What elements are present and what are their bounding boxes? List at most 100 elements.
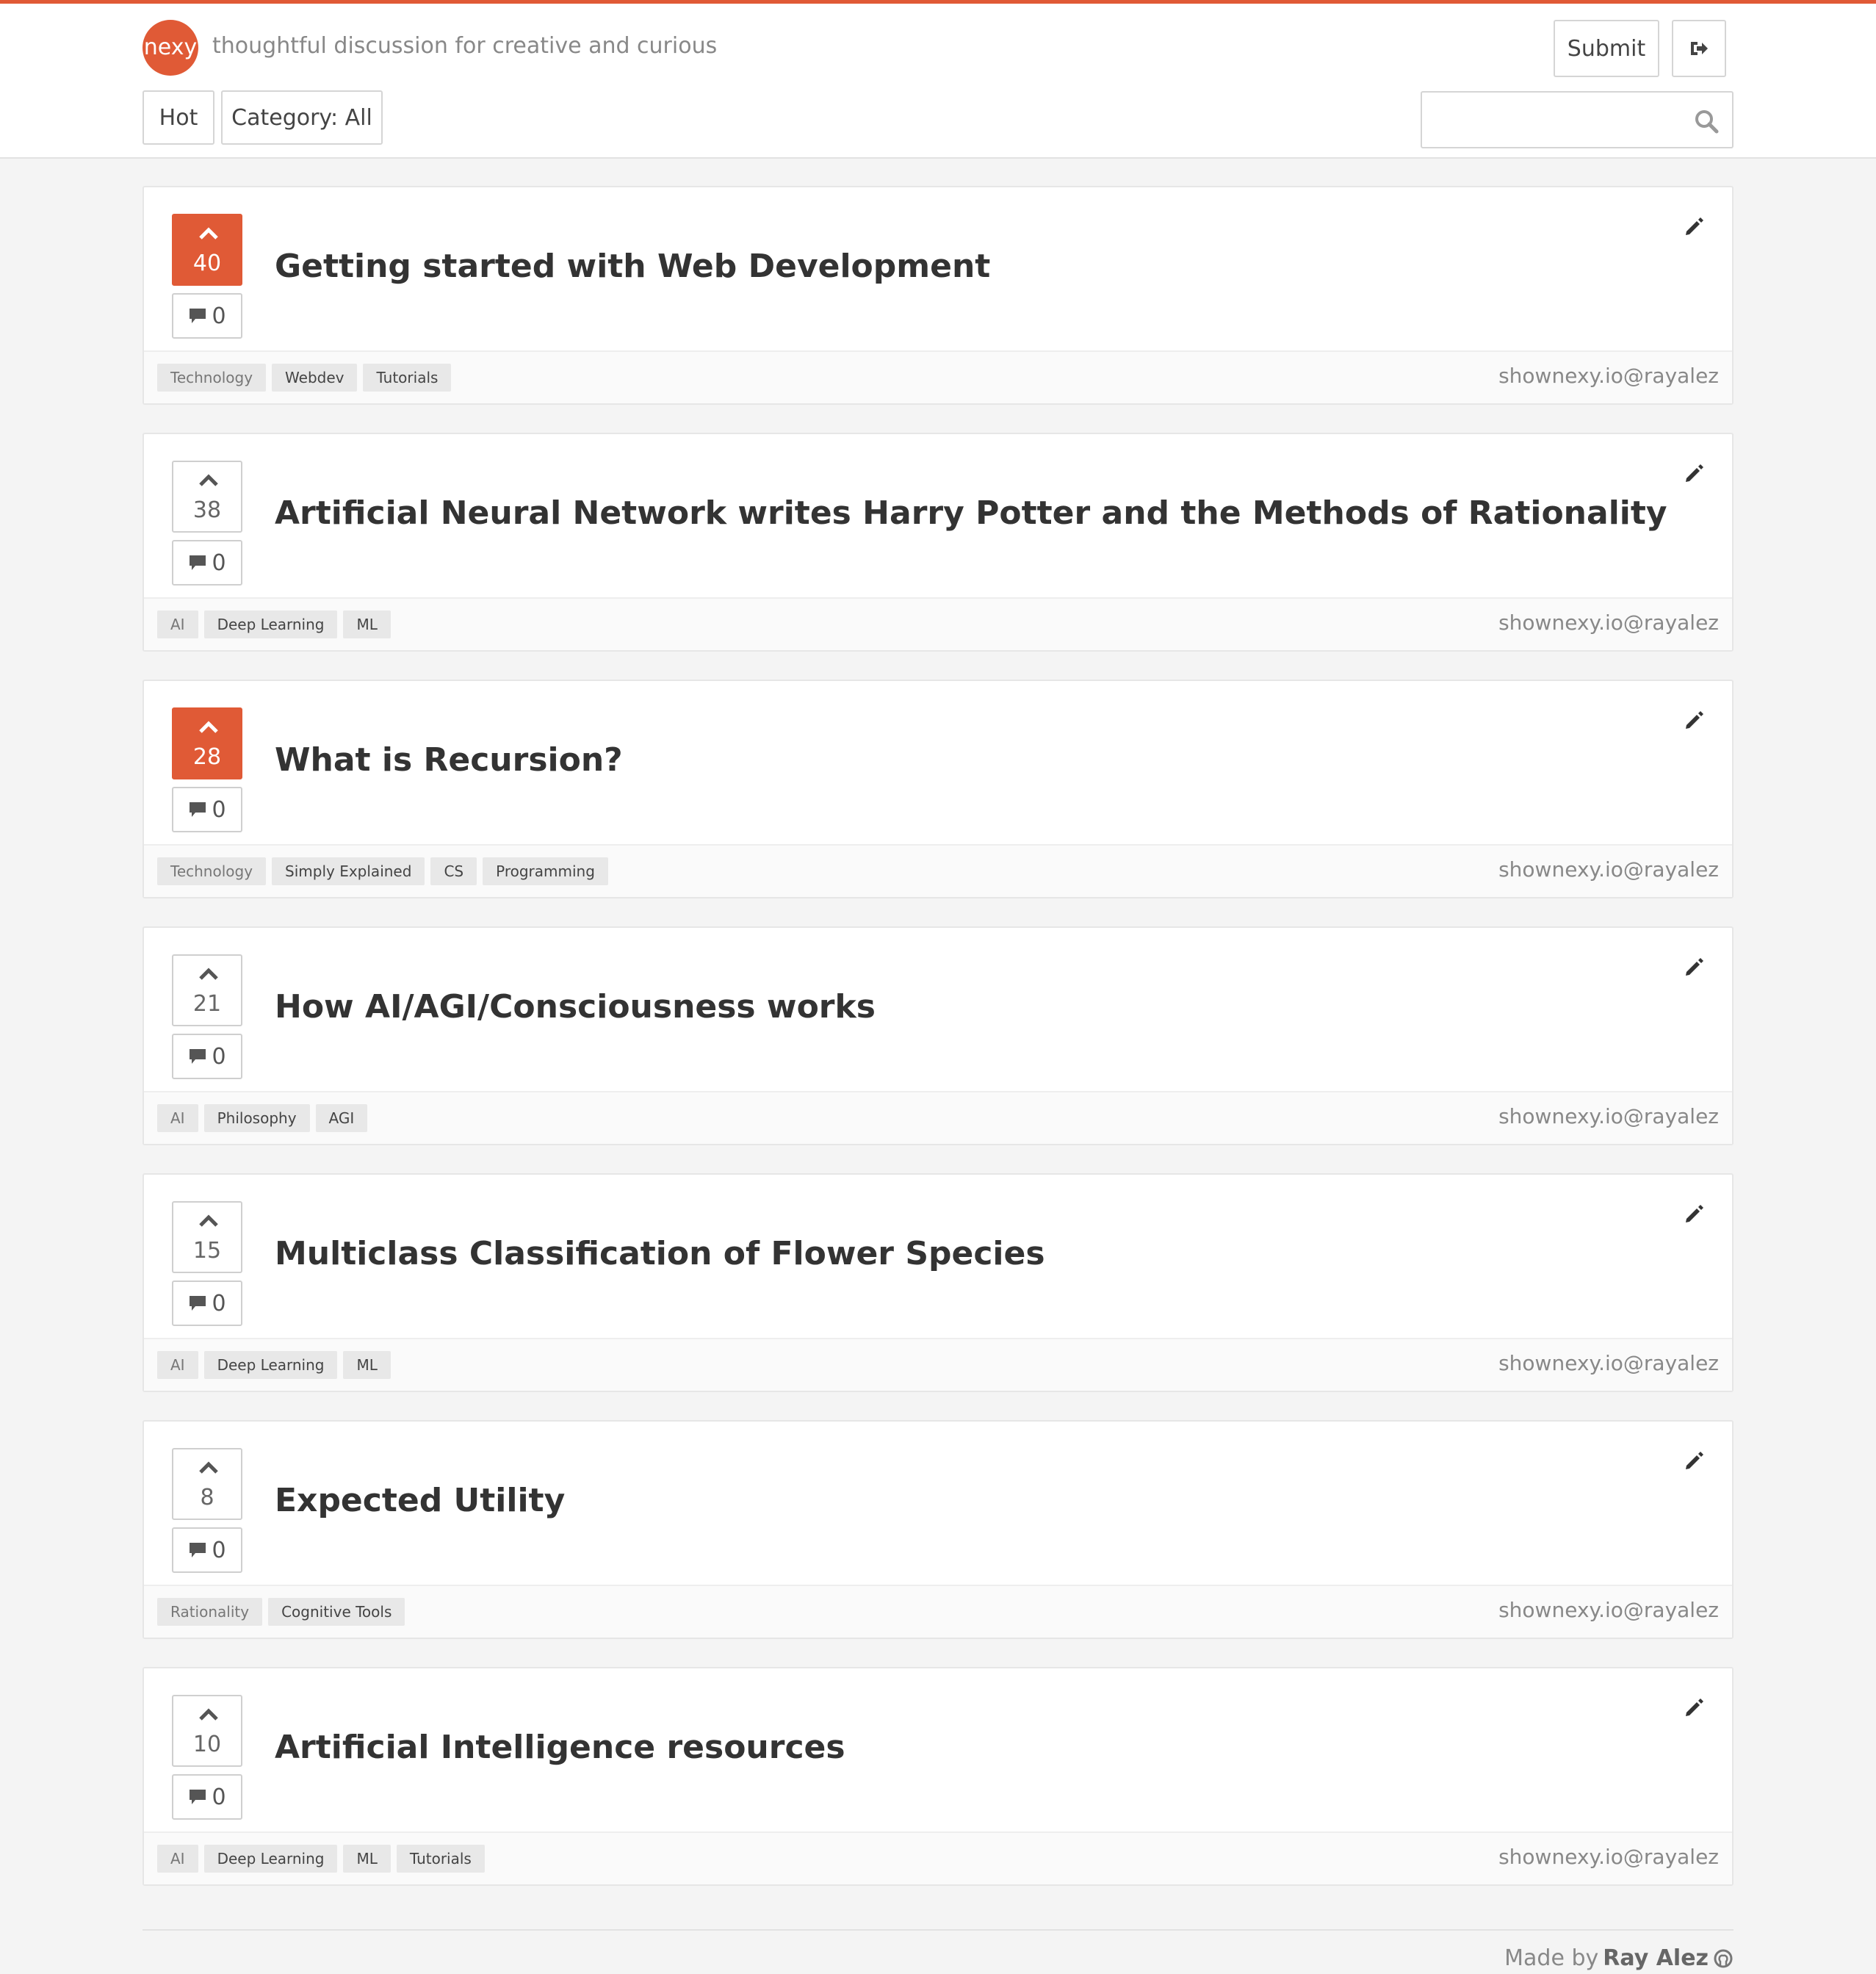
pencil-icon[interactable]	[1682, 1449, 1706, 1473]
comment-icon	[190, 1296, 206, 1311]
upvote-button[interactable]: 15	[172, 1201, 242, 1273]
pencil-icon[interactable]	[1682, 215, 1706, 239]
post-tag[interactable]: Technology	[157, 857, 267, 885]
comments-button[interactable]: 0	[172, 787, 242, 832]
chevron-up-icon	[199, 474, 218, 486]
post-card: 21 0 How AI/AGI/Consciousness works AI Ph…	[142, 926, 1734, 1145]
comments-button[interactable]: 0	[172, 1280, 242, 1326]
post-card: 38 0 Artificial Neural Network writes Ha…	[142, 433, 1734, 652]
comments-button[interactable]: 0	[172, 540, 242, 586]
post-tag[interactable]: ML	[343, 610, 391, 638]
comment-count: 0	[212, 550, 226, 576]
post-tags: AI Philosophy AGI	[157, 1104, 368, 1132]
post-tag[interactable]: Deep Learning	[203, 1351, 338, 1379]
chevron-up-icon	[199, 1708, 218, 1721]
search-input[interactable]	[1429, 100, 1679, 140]
comment-icon	[190, 1790, 206, 1804]
pencil-icon[interactable]	[1682, 709, 1706, 732]
post-source[interactable]: shownexy.io@rayalez	[1498, 1598, 1719, 1622]
post-tag[interactable]: Philosophy	[203, 1104, 310, 1132]
post-tag[interactable]: Tutorials	[396, 1845, 485, 1873]
post-tag[interactable]: Deep Learning	[203, 610, 338, 638]
chevron-up-icon	[199, 227, 218, 239]
submit-button[interactable]: Submit	[1554, 20, 1659, 77]
post-tag[interactable]: Simply Explained	[272, 857, 425, 885]
post-source[interactable]: shownexy.io@rayalez	[1498, 857, 1719, 882]
comment-count: 0	[212, 1537, 226, 1563]
post-card: 40 0 Getting started with Web Developmen…	[142, 186, 1734, 405]
post-source[interactable]: shownexy.io@rayalez	[1498, 1351, 1719, 1375]
site-logo[interactable]: nexy	[142, 20, 198, 76]
post-tag[interactable]: Tutorials	[363, 364, 452, 392]
sort-hot-label: Hot	[159, 104, 198, 131]
vote-count: 40	[192, 251, 222, 276]
pencil-icon[interactable]	[1682, 462, 1706, 486]
category-filter-button[interactable]: Category: All	[221, 90, 383, 145]
upvote-button[interactable]: 21	[172, 954, 242, 1026]
post-title-link[interactable]: Artificial Intelligence resources	[275, 1729, 845, 1766]
vote-count: 21	[192, 991, 222, 1017]
comments-button[interactable]: 0	[172, 293, 242, 339]
post-title-link[interactable]: How AI/AGI/Consciousness works	[275, 988, 876, 1026]
post-tag[interactable]: Programming	[483, 857, 608, 885]
comment-count: 0	[212, 1784, 226, 1810]
post-source[interactable]: shownexy.io@rayalez	[1498, 364, 1719, 388]
post-tag[interactable]: Cognitive Tools	[268, 1598, 405, 1626]
post-tags: Rationality Cognitive Tools	[157, 1598, 405, 1626]
pencil-icon[interactable]	[1682, 1696, 1706, 1720]
post-tag[interactable]: Webdev	[272, 364, 358, 392]
author-link[interactable]: Ray Alez	[1603, 1945, 1709, 1971]
upvote-button[interactable]: 10	[172, 1695, 242, 1767]
post-source[interactable]: shownexy.io@rayalez	[1498, 1845, 1719, 1869]
post-tag[interactable]: Rationality	[157, 1598, 263, 1626]
comment-count: 0	[212, 796, 226, 823]
pencil-icon[interactable]	[1682, 956, 1706, 979]
post-tag[interactable]: ML	[343, 1845, 391, 1873]
post-footer: AI Philosophy AGI shownexy.io@rayalez	[144, 1091, 1732, 1144]
post-title-link[interactable]: Multiclass Classification of Flower Spec…	[275, 1235, 1045, 1272]
category-filter-label: Category: All	[231, 104, 372, 131]
post-footer: AI Deep Learning ML shownexy.io@rayalez	[144, 597, 1732, 650]
post-title-link[interactable]: What is Recursion?	[275, 741, 623, 779]
post-footer: Technology Webdev Tutorials shownexy.io@ra…	[144, 350, 1732, 403]
logout-button[interactable]	[1672, 20, 1726, 77]
submit-button-label: Submit	[1567, 35, 1646, 62]
pencil-icon[interactable]	[1682, 1203, 1706, 1226]
post-title-link[interactable]: Getting started with Web Development	[275, 248, 990, 285]
post-source[interactable]: shownexy.io@rayalez	[1498, 1104, 1719, 1128]
vote-count: 28	[192, 744, 222, 770]
vote-count: 8	[200, 1485, 214, 1510]
comments-button[interactable]: 0	[172, 1034, 242, 1079]
post-card: 15 0 Multiclass Classification of Flower…	[142, 1173, 1734, 1392]
post-tag[interactable]: Deep Learning	[203, 1845, 338, 1873]
search-icon[interactable]	[1694, 109, 1719, 134]
upvote-button[interactable]: 28	[172, 707, 242, 779]
post-title-link[interactable]: Artificial Neural Network writes Harry P…	[275, 494, 1667, 532]
footer-credit: Made by Ray Alez	[1504, 1945, 1734, 1971]
post-tag[interactable]: AGI	[315, 1104, 368, 1132]
post-tag[interactable]: AI	[157, 1845, 198, 1873]
comments-button[interactable]: 0	[172, 1527, 242, 1573]
post-title-link[interactable]: Expected Utility	[275, 1482, 565, 1519]
comment-icon	[190, 802, 206, 817]
post-tag[interactable]: AI	[157, 1104, 198, 1132]
post-tag[interactable]: Technology	[157, 364, 267, 392]
upvote-button[interactable]: 40	[172, 214, 242, 286]
post-tags: AI Deep Learning ML Tutorials	[157, 1845, 485, 1873]
post-tag[interactable]: ML	[343, 1351, 391, 1379]
post-tag[interactable]: AI	[157, 1351, 198, 1379]
post-footer: Technology Simply Explained CS Programming …	[144, 844, 1732, 897]
sort-hot-button[interactable]: Hot	[142, 90, 214, 145]
post-tag[interactable]: AI	[157, 610, 198, 638]
upvote-button[interactable]: 38	[172, 461, 242, 533]
chevron-up-icon	[199, 968, 218, 980]
comment-icon	[190, 1543, 206, 1557]
upvote-button[interactable]: 8	[172, 1448, 242, 1520]
top-navbar: nexy thoughtful discussion for creative …	[0, 0, 1876, 159]
post-tag[interactable]: CS	[430, 857, 477, 885]
github-icon[interactable]	[1713, 1948, 1734, 1969]
post-source[interactable]: shownexy.io@rayalez	[1498, 610, 1719, 635]
post-footer: Rationality Cognitive Tools shownexy.io@r…	[144, 1585, 1732, 1638]
chevron-up-icon	[199, 721, 218, 733]
comments-button[interactable]: 0	[172, 1774, 242, 1820]
